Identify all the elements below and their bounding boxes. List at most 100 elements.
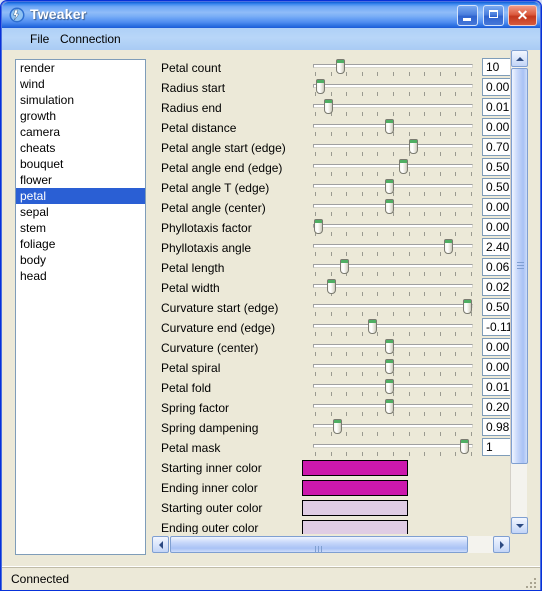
list-item[interactable]: camera — [16, 124, 145, 140]
list-item[interactable]: cheats — [16, 140, 145, 156]
parameter-slider[interactable] — [311, 358, 475, 378]
parameter-value-input[interactable]: 1 — [482, 438, 512, 456]
parameter-value-input[interactable]: 2.40 — [482, 238, 512, 256]
parameter-value-input[interactable]: 0.50 — [482, 178, 512, 196]
color-swatch[interactable] — [302, 460, 408, 476]
resize-gripper-icon[interactable] — [524, 576, 536, 588]
parameter-slider[interactable] — [311, 378, 475, 398]
parameter-slider[interactable] — [311, 118, 475, 138]
parameter-slider[interactable] — [311, 178, 475, 198]
parameter-value-input[interactable]: 10 — [482, 58, 512, 76]
list-item[interactable]: wind — [16, 76, 145, 92]
slider-thumb[interactable] — [385, 399, 395, 414]
slider-thumb[interactable] — [367, 319, 377, 334]
slider-thumb[interactable] — [385, 119, 395, 134]
parameter-label: Petal angle T (edge) — [161, 181, 270, 195]
list-item[interactable]: flower — [16, 172, 145, 188]
slider-thumb[interactable] — [316, 79, 326, 94]
slider-thumb[interactable] — [335, 59, 345, 74]
parameter-value-input[interactable]: 0.01 — [482, 378, 512, 396]
list-item[interactable]: render — [16, 60, 145, 76]
list-item[interactable]: simulation — [16, 92, 145, 108]
parameter-slider[interactable] — [311, 418, 475, 438]
parameter-slider[interactable] — [311, 138, 475, 158]
parameter-slider[interactable] — [311, 298, 475, 318]
slider-thumb[interactable] — [399, 159, 409, 174]
slider-thumb[interactable] — [408, 139, 418, 154]
slider-thumb[interactable] — [385, 179, 395, 194]
parameter-row: Radius end 0.01 — [152, 98, 512, 118]
parameter-slider[interactable] — [311, 318, 475, 338]
parameter-value-input[interactable]: 0.01 — [482, 98, 512, 116]
scroll-up-button[interactable] — [511, 50, 528, 67]
parameter-value-input[interactable]: 0.00 — [482, 218, 512, 236]
slider-thumb[interactable] — [463, 299, 473, 314]
horizontal-scrollbar-thumb[interactable] — [170, 536, 468, 553]
parameter-slider[interactable] — [311, 98, 475, 118]
parameter-value-input[interactable]: 0.06 — [482, 258, 512, 276]
slider-thumb[interactable] — [444, 239, 454, 254]
parameter-slider[interactable] — [311, 78, 475, 98]
parameter-value-input[interactable]: 0.00 — [482, 118, 512, 136]
parameter-value-input[interactable]: 0.00 — [482, 358, 512, 376]
parameter-slider[interactable] — [311, 238, 475, 258]
list-item[interactable]: head — [16, 268, 145, 284]
slider-groove — [313, 444, 473, 448]
color-swatch[interactable] — [302, 520, 408, 534]
maximize-button[interactable] — [482, 5, 504, 26]
list-item[interactable]: stem — [16, 220, 145, 236]
parameter-slider[interactable] — [311, 58, 475, 78]
slider-thumb[interactable] — [385, 199, 395, 214]
parameter-row: Petal count 10 — [152, 58, 512, 78]
parameter-slider[interactable] — [311, 338, 475, 358]
parameter-value-input[interactable]: 0.50 — [482, 158, 512, 176]
minimize-button[interactable] — [457, 5, 479, 26]
slider-thumb[interactable] — [326, 279, 336, 294]
parameters-vertical-scrollbar[interactable] — [510, 50, 528, 534]
list-item[interactable]: foliage — [16, 236, 145, 252]
vertical-scrollbar-thumb[interactable] — [511, 68, 528, 464]
parameter-row: Curvature end (edge) -0.11 — [152, 318, 512, 338]
parameter-slider[interactable] — [311, 158, 475, 178]
parameter-value-input[interactable]: 0.02 — [482, 278, 512, 296]
menu-item-file[interactable]: File — [24, 31, 55, 47]
slider-thumb[interactable] — [332, 419, 342, 434]
slider-thumb[interactable] — [385, 339, 395, 354]
slider-thumb[interactable] — [339, 259, 349, 274]
scroll-down-button[interactable] — [511, 517, 528, 534]
close-button[interactable]: ✕ — [508, 5, 537, 26]
slider-thumb[interactable] — [385, 379, 395, 394]
parameter-value-input[interactable]: 0.70 — [482, 138, 512, 156]
scroll-right-button[interactable] — [493, 536, 510, 553]
menu-item-connection[interactable]: Connection — [54, 31, 127, 47]
parameter-slider[interactable] — [311, 258, 475, 278]
parameter-slider[interactable] — [311, 398, 475, 418]
slider-thumb[interactable] — [314, 219, 324, 234]
list-item[interactable]: bouquet — [16, 156, 145, 172]
parameter-value-input[interactable]: 0.20 — [482, 398, 512, 416]
list-item[interactable]: petal — [16, 188, 145, 204]
parameter-slider[interactable] — [311, 438, 475, 458]
parameter-value-input[interactable]: 0.00 — [482, 198, 512, 216]
list-item[interactable]: growth — [16, 108, 145, 124]
slider-ticks — [313, 172, 473, 176]
parameters-horizontal-scrollbar[interactable] — [152, 536, 510, 553]
list-item[interactable]: body — [16, 252, 145, 268]
list-item[interactable]: sepal — [16, 204, 145, 220]
parameter-value-input[interactable]: 0.98 — [482, 418, 512, 436]
slider-thumb[interactable] — [324, 99, 334, 114]
category-listbox[interactable]: render wind simulation growth camera cheats bo… — [15, 59, 146, 555]
parameter-value-input[interactable]: 0.00 — [482, 338, 512, 356]
parameter-slider[interactable] — [311, 198, 475, 218]
parameter-value-input[interactable]: 0.00 — [482, 78, 512, 96]
parameter-value-input[interactable]: -0.11 — [482, 318, 512, 336]
parameter-slider[interactable] — [311, 278, 475, 298]
color-swatch[interactable] — [302, 500, 408, 516]
color-swatch[interactable] — [302, 480, 408, 496]
parameter-slider[interactable] — [311, 218, 475, 238]
slider-thumb[interactable] — [385, 359, 395, 374]
parameter-label: Curvature start (edge) — [161, 301, 279, 315]
scroll-left-button[interactable] — [152, 536, 169, 553]
parameter-value-input[interactable]: 0.50 — [482, 298, 512, 316]
slider-thumb[interactable] — [459, 439, 469, 454]
